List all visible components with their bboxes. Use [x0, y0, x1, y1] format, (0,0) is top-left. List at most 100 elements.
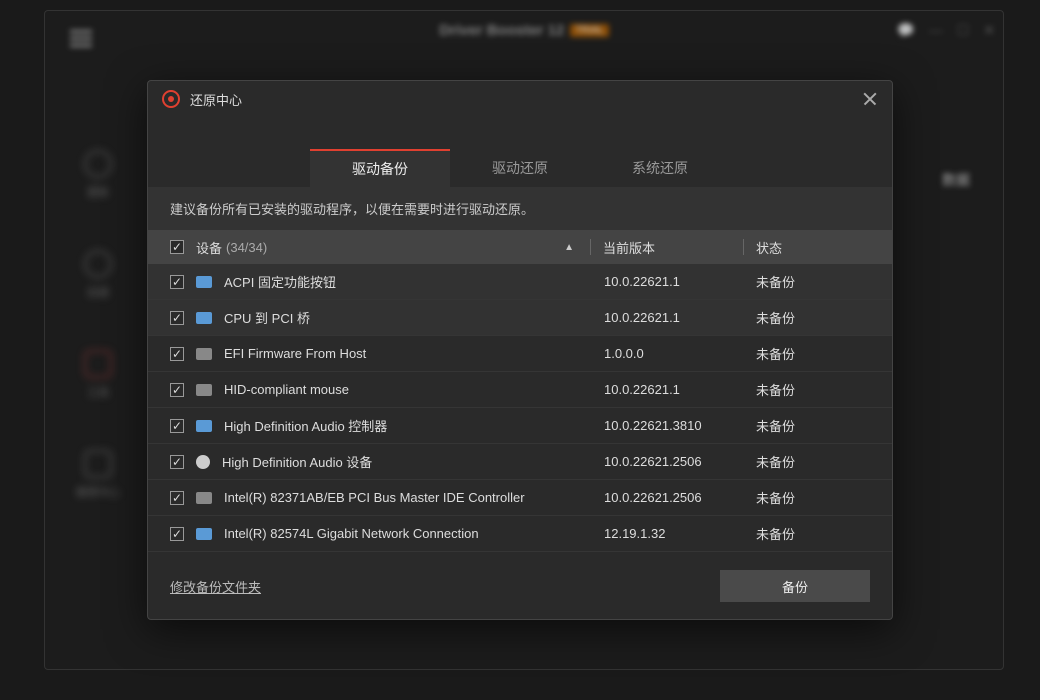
restore-center-dialog: 还原中心 驱动备份 驱动还原 系统还原 建议备份所有已安装的驱动程序，以便在需要… [147, 80, 893, 620]
sidebar-item-label: 推荐中心 [76, 484, 120, 500]
table-row[interactable]: EFI Firmware From Host 1.0.0.0 未备份 [148, 336, 892, 372]
boost-icon [84, 250, 112, 278]
tab-driver-backup[interactable]: 驱动备份 [310, 149, 450, 187]
device-icon [196, 455, 210, 469]
tab-system-restore[interactable]: 系统还原 [590, 149, 730, 187]
column-version[interactable]: 当前版本 [603, 238, 743, 257]
close-window-icon[interactable]: ✕ [983, 22, 995, 39]
device-status: 未备份 [756, 380, 866, 399]
menu-icon[interactable] [70, 26, 92, 51]
hint-text: 建议备份所有已安装的驱动程序，以便在需要时进行驱动还原。 [148, 187, 892, 230]
maximize-icon[interactable]: ☐ [957, 22, 970, 39]
chat-icon[interactable]: 💬 [897, 22, 914, 39]
table-row[interactable]: High Definition Audio 设备 10.0.22621.2506 未… [148, 444, 892, 480]
device-status: 未备份 [756, 272, 866, 291]
row-checkbox[interactable] [170, 527, 184, 541]
row-checkbox[interactable] [170, 491, 184, 505]
device-status: 未备份 [756, 488, 866, 507]
tabs: 驱动备份 驱动还原 系统还原 [148, 149, 892, 187]
device-status: 未备份 [756, 344, 866, 363]
tools-icon [84, 350, 112, 378]
row-checkbox[interactable] [170, 347, 184, 361]
device-status: 未备份 [756, 308, 866, 327]
device-icon [196, 528, 212, 540]
dialog-footer: 修改备份文件夹 备份 [148, 553, 892, 619]
sidebar-item-label: 更新 [87, 184, 109, 200]
column-status[interactable]: 状态 [756, 238, 866, 257]
device-version: 12.19.1.32 [604, 526, 744, 541]
sidebar-item-label: 加速 [87, 284, 109, 300]
table-row[interactable]: Intel(R) 82371AB/EB PCI Bus Master IDE C… [148, 480, 892, 516]
device-version: 1.0.0.0 [604, 346, 744, 361]
backup-button-label: 备份 [782, 577, 808, 596]
row-checkbox[interactable] [170, 383, 184, 397]
sidebar: 更新 加速 工具 推荐中心 [62, 150, 134, 550]
sidebar-item-recommend[interactable]: 推荐中心 [62, 450, 134, 500]
table-row[interactable]: HID-compliant mouse 10.0.22621.1 未备份 [148, 372, 892, 408]
table-header: 设备 (34/34) ▲ 当前版本 状态 [148, 230, 892, 264]
background-text: 数据 [942, 170, 970, 190]
device-name: HID-compliant mouse [224, 382, 592, 397]
sidebar-item-update[interactable]: 更新 [62, 150, 134, 200]
minimize-icon[interactable]: — [929, 22, 943, 38]
device-icon [196, 276, 212, 288]
column-device-label: 设备 [196, 238, 222, 257]
device-icon [196, 348, 212, 360]
table-row[interactable]: High Definition Audio 控制器 10.0.22621.3810… [148, 408, 892, 444]
column-version-label: 当前版本 [603, 241, 655, 256]
update-icon [84, 150, 112, 178]
row-checkbox[interactable] [170, 455, 184, 469]
window-controls: 💬 — ☐ ✕ [897, 22, 995, 39]
tab-label: 驱动备份 [352, 159, 408, 179]
device-name: Intel(R) 82574L Gigabit Network Connecti… [224, 526, 592, 541]
device-version: 10.0.22621.1 [604, 382, 744, 397]
row-checkbox[interactable] [170, 275, 184, 289]
device-name: CPU 到 PCI 桥 [224, 308, 592, 327]
column-divider [743, 239, 744, 255]
backup-button[interactable]: 备份 [720, 570, 870, 602]
device-icon [196, 492, 212, 504]
row-checkbox[interactable] [170, 311, 184, 325]
sidebar-item-label: 工具 [87, 384, 109, 400]
device-icon [196, 312, 212, 324]
table-row[interactable]: Intel(R) 82574L Gigabit Network Connecti… [148, 516, 892, 552]
device-name: High Definition Audio 控制器 [224, 416, 592, 435]
close-icon[interactable] [862, 91, 878, 107]
gear-icon [162, 90, 180, 108]
device-name: Intel(R) 82371AB/EB PCI Bus Master IDE C… [224, 490, 592, 505]
sort-asc-icon: ▲ [564, 242, 574, 253]
row-checkbox[interactable] [170, 419, 184, 433]
app-title: Driver Booster 12 [439, 22, 564, 39]
tab-label: 驱动还原 [492, 158, 548, 178]
device-count: (34/34) [226, 240, 267, 255]
select-all-checkbox[interactable] [170, 240, 184, 254]
device-name: EFI Firmware From Host [224, 346, 592, 361]
device-status: 未备份 [756, 524, 866, 543]
dialog-title: 还原中心 [190, 90, 242, 109]
device-version: 10.0.22621.3810 [604, 418, 744, 433]
sidebar-item-tools[interactable]: 工具 [62, 350, 134, 400]
column-status-label: 状态 [756, 241, 782, 256]
device-icon [196, 420, 212, 432]
table-row[interactable]: ACPI 固定功能按钮 10.0.22621.1 未备份 [148, 264, 892, 300]
device-status: 未备份 [756, 416, 866, 435]
device-version: 10.0.22621.2506 [604, 490, 744, 505]
table-body[interactable]: ACPI 固定功能按钮 10.0.22621.1 未备份 CPU 到 PCI 桥 10.… [148, 264, 892, 553]
change-backup-folder-link[interactable]: 修改备份文件夹 [170, 577, 261, 596]
device-version: 10.0.22621.1 [604, 274, 744, 289]
device-status: 未备份 [756, 452, 866, 471]
device-version: 10.0.22621.2506 [604, 454, 744, 469]
sidebar-item-boost[interactable]: 加速 [62, 250, 134, 300]
table-row[interactable]: CPU 到 PCI 桥 10.0.22621.1 未备份 [148, 300, 892, 336]
recommend-icon [84, 450, 112, 478]
main-titlebar: Driver Booster 12 TRIAL 💬 — ☐ ✕ [45, 11, 1003, 49]
column-divider [590, 239, 591, 255]
dialog-titlebar: 还原中心 [148, 81, 892, 117]
trial-badge: TRIAL [570, 24, 608, 37]
tab-driver-restore[interactable]: 驱动还原 [450, 149, 590, 187]
device-name: High Definition Audio 设备 [222, 452, 592, 471]
device-name: ACPI 固定功能按钮 [224, 272, 592, 291]
column-device[interactable]: 设备 (34/34) ▲ [196, 238, 590, 257]
device-version: 10.0.22621.1 [604, 310, 744, 325]
device-icon [196, 384, 212, 396]
